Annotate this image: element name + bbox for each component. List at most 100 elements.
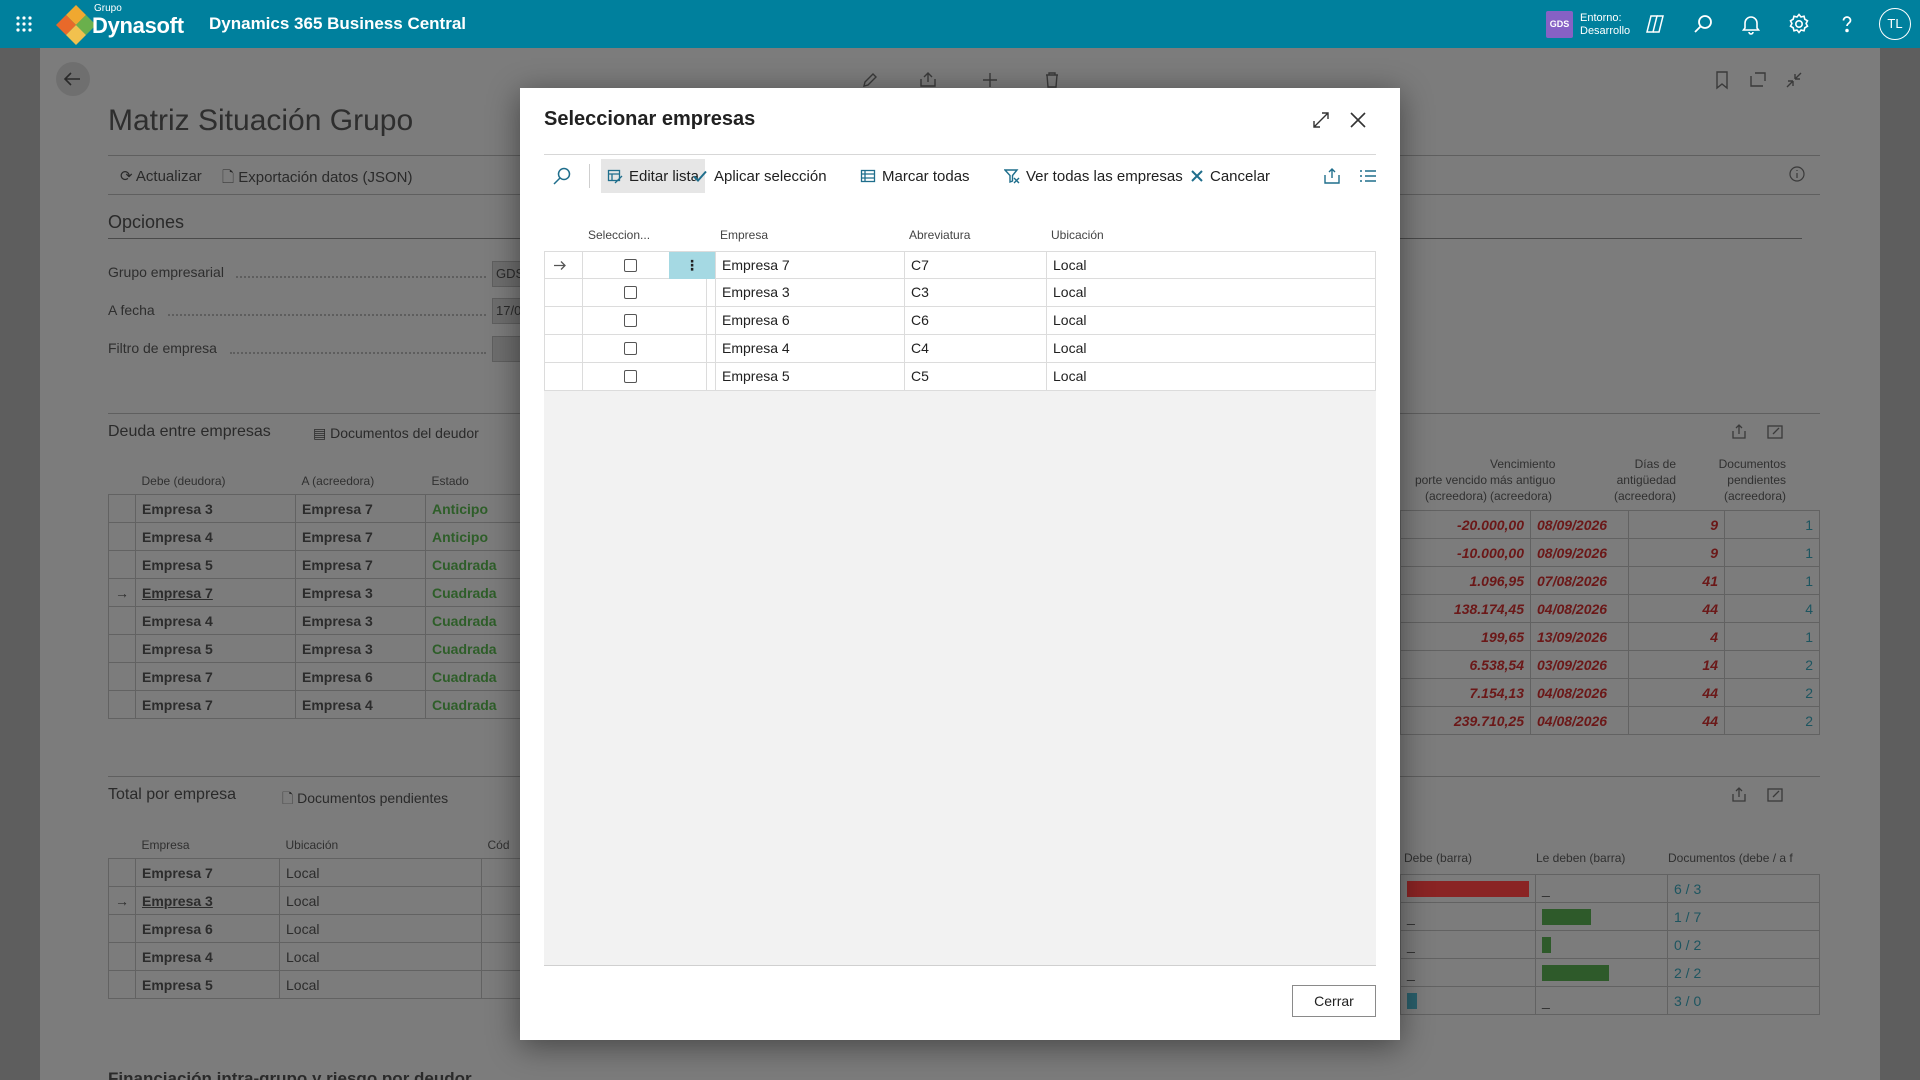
row-menu-button[interactable] [669, 335, 716, 362]
select-checkbox[interactable] [624, 259, 637, 272]
cell-debe[interactable]: Empresa 5 [135, 634, 296, 663]
select-checkbox[interactable] [624, 314, 637, 327]
delete-icon[interactable] [1042, 70, 1062, 90]
cell-docs[interactable]: 4 [1724, 594, 1820, 623]
col-dias[interactable]: Días de antigüedad (acreedora) [1592, 456, 1676, 504]
cell-debe[interactable]: Empresa 7 [135, 662, 296, 691]
share-icon[interactable] [1730, 423, 1748, 441]
cell-documentos[interactable]: 1 / 7 [1667, 902, 1820, 931]
table-row[interactable]: -10.000,00 08/09/2026 9 1 [1400, 538, 1820, 567]
info-icon[interactable] [1788, 165, 1806, 183]
table-row[interactable]: 7.154,13 04/08/2026 44 2 [1400, 678, 1820, 707]
environment-badge[interactable]: GDS [1546, 11, 1573, 38]
notifications-bell-icon[interactable] [1739, 12, 1763, 36]
cell-documentos[interactable]: 0 / 2 [1667, 930, 1820, 959]
col-a[interactable]: A (acreedora) [296, 474, 426, 495]
pending-documents-action[interactable]: 🗋 Documentos pendientes [282, 788, 448, 812]
col-empresa[interactable]: Empresa [136, 838, 280, 859]
cell-company[interactable]: Empresa 5 [716, 363, 905, 390]
table-row[interactable]: Empresa 5 Local [108, 970, 528, 999]
cell-documentos[interactable]: 2 / 2 [1667, 958, 1820, 987]
list-item[interactable]: Empresa 6 C6 Local [544, 307, 1376, 335]
col-abbreviation[interactable]: Abreviatura [909, 228, 970, 242]
cell-docs[interactable]: 1 [1724, 510, 1820, 539]
date-field[interactable]: 17/0 [492, 298, 522, 324]
table-row[interactable]: 199,65 13/09/2026 4 1 [1400, 622, 1820, 651]
select-checkbox[interactable] [624, 286, 637, 299]
search-icon[interactable] [1691, 12, 1715, 36]
cell-documentos[interactable]: 3 / 0 [1667, 986, 1820, 1015]
list-item[interactable]: Empresa 5 C5 Local [544, 363, 1376, 391]
table-row[interactable]: -20.000,00 08/09/2026 9 1 [1400, 510, 1820, 539]
cell-debe[interactable]: Empresa 7 [135, 578, 296, 607]
close-icon[interactable] [1346, 108, 1370, 132]
table-row[interactable]: Empresa 5 Empresa 3 Cuadrada [108, 634, 558, 663]
col-documentos[interactable]: Documentos (debe / a f [1668, 850, 1793, 866]
col-le-deben-barra[interactable]: Le deben (barra) [1536, 850, 1625, 866]
collapse-icon[interactable] [1784, 70, 1804, 90]
settings-gear-icon[interactable] [1787, 12, 1811, 36]
table-row[interactable]: _ 0 / 2 [1400, 930, 1820, 959]
cell-empresa[interactable]: Empresa 4 [135, 942, 280, 971]
cell-empresa[interactable]: Empresa 7 [135, 858, 280, 887]
group-field[interactable]: GDS [492, 261, 524, 287]
col-debe-barra[interactable]: Debe (barra) [1404, 850, 1472, 866]
cell-docs[interactable]: 1 [1724, 622, 1820, 651]
cell-company[interactable]: Empresa 6 [716, 307, 905, 334]
row-menu-button[interactable] [669, 279, 716, 306]
share-icon[interactable] [918, 70, 938, 90]
select-checkbox[interactable] [624, 342, 637, 355]
app-name[interactable]: Dynamics 365 Business Central [209, 14, 466, 34]
mark-all-button[interactable]: Marcar todas [854, 159, 976, 193]
row-menu-button[interactable]: ⋮ [669, 252, 716, 279]
share-icon[interactable] [1730, 786, 1748, 804]
cell-empresa[interactable]: Empresa 3 [135, 886, 280, 915]
list-item[interactable]: ⋮ Empresa 7 C7 Local [544, 251, 1376, 279]
app-launcher-icon[interactable] [12, 12, 36, 36]
company-filter-field[interactable] [492, 336, 522, 362]
cell-debe[interactable]: Empresa 3 [135, 494, 296, 523]
table-row[interactable]: _ 2 / 2 [1400, 958, 1820, 987]
table-row[interactable]: Empresa 4 Empresa 3 Cuadrada [108, 606, 558, 635]
table-row[interactable]: → Empresa 7 Empresa 3 Cuadrada [108, 578, 558, 607]
cell-company[interactable]: Empresa 4 [716, 335, 905, 362]
col-ubicacion[interactable]: Ubicación [280, 838, 482, 859]
col-docs-pendientes[interactable]: Documentos pendientes (acreedora) [1706, 456, 1786, 504]
table-row[interactable]: Empresa 6 Local [108, 914, 528, 943]
col-vencimiento[interactable]: Vencimiento más antiguo (acreedora) [1490, 456, 1570, 504]
table-row[interactable]: Empresa 3 Empresa 7 Anticipo [108, 494, 558, 523]
search-icon[interactable] [551, 165, 573, 187]
cell-empresa[interactable]: Empresa 6 [135, 914, 280, 943]
table-row[interactable]: 239.710,25 04/08/2026 44 2 [1400, 706, 1820, 735]
maximize-icon[interactable] [1309, 108, 1333, 132]
open-new-window-icon[interactable] [1748, 70, 1768, 90]
row-menu-button[interactable] [669, 307, 716, 334]
row-menu-button[interactable] [669, 363, 716, 390]
copilot-icon[interactable] [1643, 12, 1667, 36]
col-debe[interactable]: Debe (deudora) [136, 474, 296, 495]
new-icon[interactable] [980, 70, 1000, 90]
cell-debe[interactable]: Empresa 5 [135, 550, 296, 579]
cell-docs[interactable]: 1 [1724, 566, 1820, 595]
table-row[interactable]: Empresa 4 Local [108, 942, 528, 971]
cell-debe[interactable]: Empresa 4 [135, 606, 296, 635]
user-avatar[interactable]: TL [1879, 8, 1911, 40]
cell-debe[interactable]: Empresa 7 [135, 690, 296, 719]
help-icon[interactable] [1835, 12, 1859, 36]
edit-icon[interactable] [860, 70, 880, 90]
options-heading[interactable]: Opciones [108, 212, 184, 233]
environment-label[interactable]: Entorno: Desarrollo [1580, 12, 1630, 38]
cancel-button[interactable]: Cancelar [1184, 159, 1276, 193]
col-company[interactable]: Empresa [720, 228, 768, 242]
table-row[interactable]: _ 3 / 0 [1400, 986, 1820, 1015]
cell-empresa[interactable]: Empresa 5 [135, 970, 280, 999]
table-row[interactable]: Empresa 7 Empresa 4 Cuadrada [108, 690, 558, 719]
share-icon[interactable] [1322, 166, 1342, 186]
table-row[interactable]: _ 1 / 7 [1400, 902, 1820, 931]
cell-docs[interactable]: 2 [1724, 678, 1820, 707]
table-row[interactable]: 138.174,45 04/08/2026 44 4 [1400, 594, 1820, 623]
cell-company[interactable]: Empresa 7 [716, 252, 905, 279]
table-row[interactable]: Empresa 7 Empresa 6 Cuadrada [108, 662, 558, 691]
expand-icon[interactable] [1766, 423, 1784, 441]
export-json-action[interactable]: 🗋 Exportación datos (JSON) [222, 167, 412, 192]
